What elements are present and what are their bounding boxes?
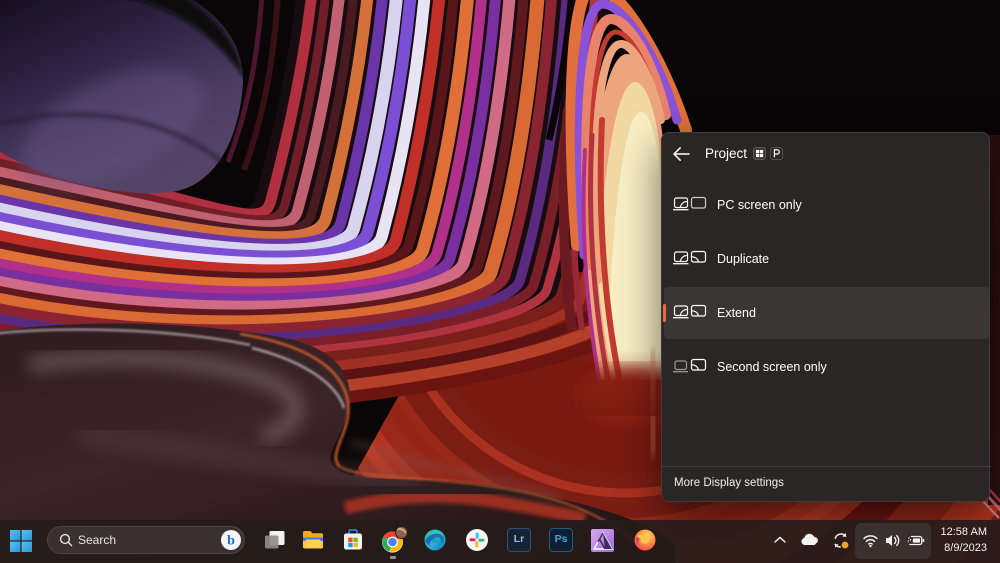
svg-text:b: b [227,534,235,549]
